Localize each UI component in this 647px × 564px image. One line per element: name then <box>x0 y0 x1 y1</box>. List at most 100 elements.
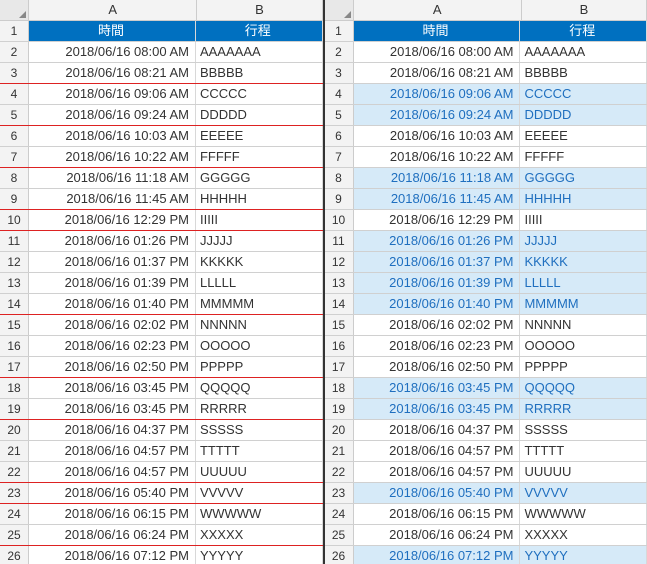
cell-time[interactable]: 2018/06/16 01:40 PM <box>29 294 196 314</box>
cell-time[interactable]: 2018/06/16 02:02 PM <box>354 315 521 335</box>
row-header[interactable]: 15 <box>0 315 29 335</box>
cell-value[interactable]: EEEEE <box>196 126 323 146</box>
cell-time[interactable]: 2018/06/16 09:24 AM <box>29 105 196 125</box>
cell-value[interactable]: RRRRR <box>196 399 323 419</box>
cell-value[interactable]: PPPPP <box>520 357 647 377</box>
column-header-b[interactable]: B <box>197 0 322 20</box>
cell-time[interactable]: 2018/06/16 02:23 PM <box>29 336 196 356</box>
cell-time[interactable]: 2018/06/16 12:29 PM <box>354 210 521 230</box>
cell[interactable]: 行程 <box>196 21 323 41</box>
cell-time[interactable]: 2018/06/16 03:45 PM <box>29 378 196 398</box>
cell-value[interactable]: HHHHH <box>520 189 647 209</box>
row-header[interactable]: 12 <box>0 252 29 272</box>
row-header[interactable]: 21 <box>325 441 354 461</box>
cell-time[interactable]: 2018/06/16 01:26 PM <box>354 231 521 251</box>
column-header-a[interactable]: A <box>29 0 197 20</box>
row-header[interactable]: 1 <box>325 21 354 41</box>
row-header[interactable]: 26 <box>325 546 354 564</box>
cell-time[interactable]: 2018/06/16 07:12 PM <box>29 546 196 564</box>
cell-time[interactable]: 2018/06/16 09:24 AM <box>354 105 521 125</box>
cell-time[interactable]: 2018/06/16 07:12 PM <box>354 546 521 564</box>
cell-time[interactable]: 2018/06/16 02:02 PM <box>29 315 196 335</box>
row-header[interactable]: 15 <box>325 315 354 335</box>
row-header[interactable]: 16 <box>0 336 29 356</box>
row-header[interactable]: 18 <box>325 378 354 398</box>
cell-value[interactable]: CCCCC <box>520 84 647 104</box>
cell-time[interactable]: 2018/06/16 01:39 PM <box>354 273 521 293</box>
cell-value[interactable]: EEEEE <box>520 126 647 146</box>
row-header[interactable]: 8 <box>0 168 29 188</box>
cell-value[interactable]: QQQQQ <box>520 378 647 398</box>
cell-value[interactable]: AAAAAAA <box>196 42 323 62</box>
row-header[interactable]: 9 <box>325 189 354 209</box>
cell-value[interactable]: TTTTT <box>520 441 647 461</box>
cell-value[interactable]: MMMMM <box>520 294 647 314</box>
row-header[interactable]: 23 <box>325 483 354 503</box>
cell-value[interactable]: UUUUU <box>520 462 647 482</box>
cell-value[interactable]: KKKKK <box>196 252 323 272</box>
cell-time[interactable]: 2018/06/16 08:00 AM <box>29 42 196 62</box>
cell-value[interactable]: MMMMM <box>196 294 323 314</box>
cell-time[interactable]: 2018/06/16 01:37 PM <box>354 252 521 272</box>
cell-value[interactable]: XXXXX <box>196 525 323 545</box>
cell-value[interactable]: DDDDD <box>520 105 647 125</box>
cell-value[interactable]: UUUUU <box>196 462 323 482</box>
row-header[interactable]: 20 <box>0 420 29 440</box>
cell-time[interactable]: 2018/06/16 04:57 PM <box>29 462 196 482</box>
cell-value[interactable]: JJJJJ <box>520 231 647 251</box>
cell-value[interactable]: DDDDD <box>196 105 323 125</box>
cell-time[interactable]: 2018/06/16 10:03 AM <box>29 126 196 146</box>
row-header[interactable]: 4 <box>0 84 29 104</box>
cell-value[interactable]: SSSSS <box>196 420 323 440</box>
cell-value[interactable]: QQQQQ <box>196 378 323 398</box>
cell-time[interactable]: 2018/06/16 04:37 PM <box>354 420 521 440</box>
cell-time[interactable]: 2018/06/16 08:21 AM <box>354 63 521 83</box>
cell-value[interactable]: OOOOO <box>196 336 323 356</box>
cell-value[interactable]: IIIII <box>520 210 647 230</box>
cell-time[interactable]: 2018/06/16 01:26 PM <box>29 231 196 251</box>
cell-time[interactable]: 2018/06/16 02:50 PM <box>354 357 521 377</box>
row-header[interactable]: 8 <box>325 168 354 188</box>
row-header[interactable]: 13 <box>325 273 354 293</box>
cell-value[interactable]: VVVVV <box>196 483 323 503</box>
row-header[interactable]: 5 <box>0 105 29 125</box>
row-header[interactable]: 1 <box>0 21 29 41</box>
cell-value[interactable]: CCCCC <box>196 84 323 104</box>
cell-time[interactable]: 2018/06/16 10:22 AM <box>354 147 521 167</box>
row-header[interactable]: 14 <box>325 294 354 314</box>
cell-value[interactable]: BBBBB <box>520 63 647 83</box>
row-header[interactable]: 10 <box>325 210 354 230</box>
row-header[interactable]: 21 <box>0 441 29 461</box>
row-header[interactable]: 26 <box>0 546 29 564</box>
row-header[interactable]: 22 <box>0 462 29 482</box>
row-header[interactable]: 3 <box>0 63 29 83</box>
cell-value[interactable]: NNNNN <box>520 315 647 335</box>
row-header[interactable]: 18 <box>0 378 29 398</box>
row-header[interactable]: 5 <box>325 105 354 125</box>
cell-time[interactable]: 2018/06/16 11:45 AM <box>29 189 196 209</box>
row-header[interactable]: 20 <box>325 420 354 440</box>
row-header[interactable]: 6 <box>325 126 354 146</box>
cell-time[interactable]: 2018/06/16 10:03 AM <box>354 126 521 146</box>
cell[interactable]: 時間 <box>354 21 521 41</box>
cell-time[interactable]: 2018/06/16 10:22 AM <box>29 147 196 167</box>
cell-value[interactable]: SSSSS <box>520 420 647 440</box>
cell-time[interactable]: 2018/06/16 04:57 PM <box>354 441 521 461</box>
row-header[interactable]: 6 <box>0 126 29 146</box>
cell-value[interactable]: PPPPP <box>196 357 323 377</box>
row-header[interactable]: 22 <box>325 462 354 482</box>
row-header[interactable]: 11 <box>0 231 29 251</box>
row-header[interactable]: 2 <box>0 42 29 62</box>
cell-value[interactable]: FFFFF <box>196 147 323 167</box>
row-header[interactable]: 7 <box>325 147 354 167</box>
cell-time[interactable]: 2018/06/16 04:57 PM <box>354 462 521 482</box>
cell-value[interactable]: IIIII <box>196 210 323 230</box>
select-all-corner[interactable] <box>325 0 354 20</box>
cell-value[interactable]: LLLLL <box>196 273 323 293</box>
cell-time[interactable]: 2018/06/16 11:45 AM <box>354 189 521 209</box>
column-header-b[interactable]: B <box>522 0 647 20</box>
cell-value[interactable]: AAAAAAA <box>520 42 647 62</box>
cell-value[interactable]: YYYYY <box>520 546 647 564</box>
cell-time[interactable]: 2018/06/16 01:39 PM <box>29 273 196 293</box>
cell-time[interactable]: 2018/06/16 01:40 PM <box>354 294 521 314</box>
